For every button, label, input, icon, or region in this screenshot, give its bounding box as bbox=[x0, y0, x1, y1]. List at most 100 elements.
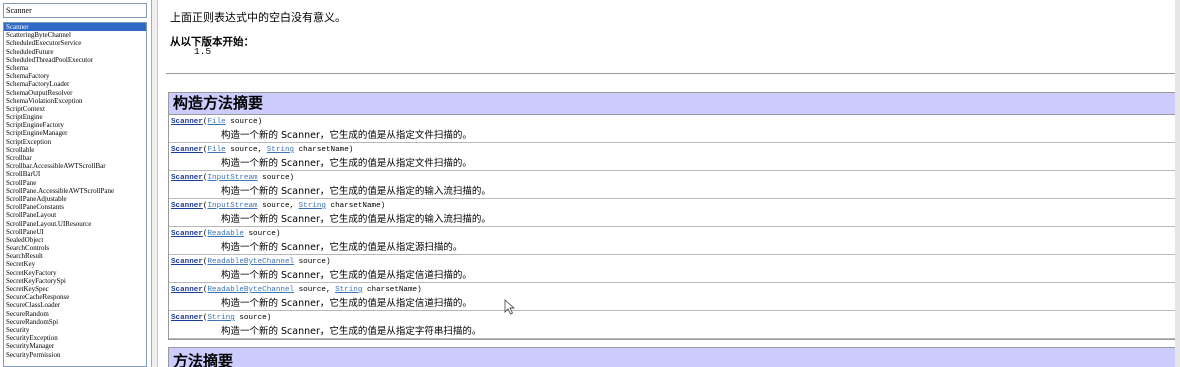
constructor-description: 构造一个新的 Scanner，它生成的值是从指定源扫描的。 bbox=[221, 242, 463, 253]
constructor-link[interactable]: Scanner bbox=[171, 146, 203, 154]
divider bbox=[166, 73, 1176, 74]
constructor-row: Scanner(InputStream source, String chars… bbox=[169, 199, 1177, 227]
index-item[interactable]: Scrollbar bbox=[4, 154, 146, 162]
index-item[interactable]: Security bbox=[4, 326, 146, 334]
index-item[interactable]: ScrollPaneLayout.UIResource bbox=[4, 220, 146, 228]
intro-text: 上面正则表达式中的空白没有意义。 bbox=[170, 11, 346, 24]
constructor-row: Scanner(File source) 构造一个新的 Scanner，它生成的值… bbox=[169, 115, 1177, 143]
param-name: source) bbox=[257, 174, 295, 182]
index-item[interactable]: SearchResult bbox=[4, 252, 146, 260]
param-type-link[interactable]: String bbox=[299, 202, 326, 210]
constructor-signature: Scanner(InputStream source, String chars… bbox=[171, 202, 385, 210]
index-item[interactable]: SecretKey bbox=[4, 260, 146, 268]
index-item[interactable]: Scanner bbox=[4, 23, 146, 32]
index-item[interactable]: ScrollBarUI bbox=[4, 170, 146, 178]
index-item[interactable]: SecureClassLoader bbox=[4, 301, 146, 309]
constructor-row: Scanner(InputStream source) 构造一个新的 Scanne… bbox=[169, 171, 1177, 199]
index-item[interactable]: ScrollPane bbox=[4, 179, 146, 187]
window-edge bbox=[1175, 0, 1180, 367]
constructor-description: 构造一个新的 Scanner，它生成的值是从指定信道扫描的。 bbox=[221, 298, 472, 309]
constructor-description: 构造一个新的 Scanner，它生成的值是从指定字符串扫描的。 bbox=[221, 326, 482, 337]
param-type-link[interactable]: ReadableByteChannel bbox=[207, 286, 294, 294]
index-item[interactable]: Scrollbar.AccessibleAWTScrollBar bbox=[4, 162, 146, 170]
index-item[interactable]: ScriptEngineManager bbox=[4, 129, 146, 137]
constructor-signature: Scanner(InputStream source) bbox=[171, 174, 294, 182]
index-item[interactable]: Scrollable bbox=[4, 146, 146, 154]
constructor-description: 构造一个新的 Scanner，它生成的值是从指定的输入流扫描的。 bbox=[221, 186, 491, 197]
constructor-row: Scanner(ReadableByteChannel source) 构造一个新… bbox=[169, 255, 1177, 283]
search-input[interactable] bbox=[3, 3, 147, 18]
index-item[interactable]: ScrollPaneUI bbox=[4, 228, 146, 236]
index-item[interactable]: ScriptContext bbox=[4, 105, 146, 113]
constructor-link[interactable]: Scanner bbox=[171, 118, 203, 126]
index-item[interactable]: SecurityManager bbox=[4, 342, 146, 350]
index-item[interactable]: ScriptException bbox=[4, 138, 146, 146]
param-type-link[interactable]: File bbox=[207, 146, 225, 154]
index-item[interactable]: ScriptEngineFactory bbox=[4, 121, 146, 129]
index-item[interactable]: ScrollPaneLayout bbox=[4, 211, 146, 219]
constructor-signature: Scanner(ReadableByteChannel source) bbox=[171, 258, 331, 266]
constructor-description: 构造一个新的 Scanner，它生成的值是从指定文件扫描的。 bbox=[221, 158, 472, 169]
index-item[interactable]: ScheduledExecutorService bbox=[4, 39, 146, 47]
index-item[interactable]: SchemaFactory bbox=[4, 72, 146, 80]
index-item[interactable]: SecretKeyFactorySpi bbox=[4, 277, 146, 285]
index-item[interactable]: ScatteringByteChannel bbox=[4, 31, 146, 39]
param-type-link[interactable]: String bbox=[335, 286, 362, 294]
param-name: source) bbox=[243, 230, 281, 238]
index-item[interactable]: SealedObject bbox=[4, 236, 146, 244]
constructor-link[interactable]: Scanner bbox=[171, 202, 203, 210]
index-item[interactable]: SecureRandom bbox=[4, 310, 146, 318]
index-item[interactable]: ScheduledFuture bbox=[4, 48, 146, 56]
constructor-signature: Scanner(ReadableByteChannel source, Stri… bbox=[171, 286, 422, 294]
constructor-row: Scanner(File source, String charsetName)… bbox=[169, 143, 1177, 171]
param-name: source, bbox=[225, 146, 267, 154]
constructor-description: 构造一个新的 Scanner，它生成的值是从指定的输入流扫描的。 bbox=[221, 214, 491, 225]
constructor-signature: Scanner(String source) bbox=[171, 314, 271, 322]
index-item[interactable]: SecureRandomSpi bbox=[4, 318, 146, 326]
param-type-link[interactable]: String bbox=[207, 314, 234, 322]
index-item[interactable]: SchemaViolationException bbox=[4, 97, 146, 105]
constructor-link[interactable]: Scanner bbox=[171, 258, 203, 266]
index-item[interactable]: ScrollPaneAdjustable bbox=[4, 195, 146, 203]
constructor-link[interactable]: Scanner bbox=[171, 174, 203, 182]
index-item[interactable]: SecureCacheResponse bbox=[4, 293, 146, 301]
param-name: source) bbox=[294, 258, 331, 266]
index-item[interactable]: SecretKeyFactory bbox=[4, 269, 146, 277]
param-name: source, bbox=[294, 286, 336, 294]
index-item[interactable]: SchemaFactoryLoader bbox=[4, 80, 146, 88]
index-item[interactable]: SearchControls bbox=[4, 244, 146, 252]
index-item[interactable]: SecurityPermission bbox=[4, 351, 146, 359]
constructor-link[interactable]: Scanner bbox=[171, 314, 203, 322]
class-index-list[interactable]: Scanner ScatteringByteChannel ScheduledExe… bbox=[3, 22, 147, 367]
param-type-link[interactable]: InputStream bbox=[207, 174, 257, 182]
index-item[interactable]: ScheduledThreadPoolExecutor bbox=[4, 56, 146, 64]
mouse-pointer-icon bbox=[504, 299, 516, 315]
constructor-link[interactable]: Scanner bbox=[171, 230, 203, 238]
param-name: charsetName) bbox=[325, 202, 386, 210]
constructor-row: Scanner(ReadableByteChannel source, Stri… bbox=[169, 283, 1177, 311]
param-name: source, bbox=[257, 202, 299, 210]
doc-content-pane: 上面正则表达式中的空白没有意义。 从以下版本开始： 1.5 构造方法摘要 Sca… bbox=[158, 0, 1180, 367]
param-type-link[interactable]: String bbox=[267, 146, 294, 154]
method-summary-table: 方法摘要 bbox=[168, 347, 1178, 367]
param-name: source) bbox=[234, 314, 272, 322]
constructor-description: 构造一个新的 Scanner，它生成的值是从指定文件扫描的。 bbox=[221, 130, 472, 141]
param-name: charsetName) bbox=[362, 286, 422, 294]
constructor-link[interactable]: Scanner bbox=[171, 286, 203, 294]
constructor-summary-header: 构造方法摘要 bbox=[169, 93, 1177, 115]
param-type-link[interactable]: Readable bbox=[207, 230, 243, 238]
constructor-summary-table: 构造方法摘要 Scanner(File source) 构造一个新的 Scanne… bbox=[168, 92, 1178, 340]
method-summary-header: 方法摘要 bbox=[169, 348, 1177, 367]
index-item[interactable]: ScriptEngine bbox=[4, 113, 146, 121]
index-item[interactable]: SecurityException bbox=[4, 334, 146, 342]
param-type-link[interactable]: InputStream bbox=[207, 202, 257, 210]
param-type-link[interactable]: File bbox=[207, 118, 225, 126]
constructor-signature: Scanner(Readable source) bbox=[171, 230, 280, 238]
index-item[interactable]: ScrollPane.AccessibleAWTScrollPane bbox=[4, 187, 146, 195]
index-item[interactable]: Schema bbox=[4, 64, 146, 72]
index-item[interactable]: SecretKeySpec bbox=[4, 285, 146, 293]
index-item[interactable]: ScrollPaneConstants bbox=[4, 203, 146, 211]
index-item[interactable]: SchemaOutputResolver bbox=[4, 89, 146, 97]
param-type-link[interactable]: ReadableByteChannel bbox=[207, 258, 294, 266]
since-label: 从以下版本开始： bbox=[170, 36, 254, 48]
